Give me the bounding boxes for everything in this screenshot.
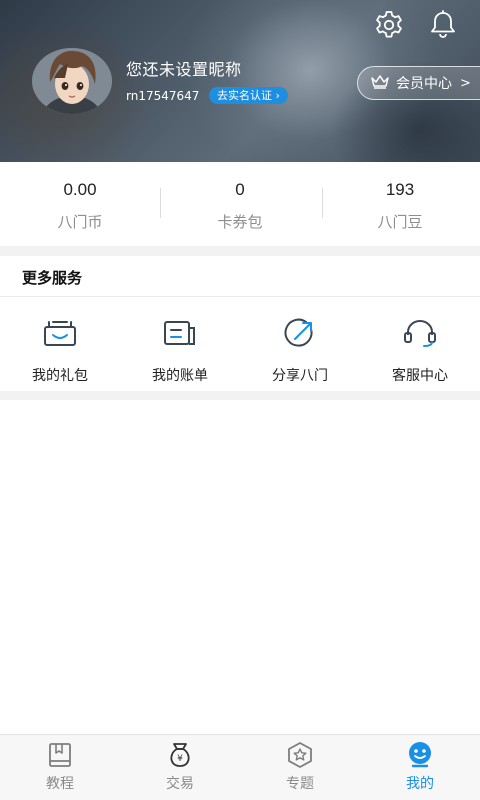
section-divider — [0, 391, 480, 400]
stat-value: 193 — [385, 180, 415, 199]
nav-trade[interactable]: ¥ 交易 — [120, 735, 240, 800]
service-label: 客服中心 — [392, 368, 448, 384]
chevron-right-icon: > — [460, 75, 471, 91]
nav-tutorial[interactable]: 教程 — [0, 735, 120, 800]
avatar[interactable] — [32, 48, 112, 114]
stat-value: 0 — [235, 180, 245, 199]
crown-icon — [370, 73, 390, 93]
svg-text:¥: ¥ — [177, 754, 183, 764]
stat-coins[interactable]: 0.00 八门币 — [0, 162, 160, 246]
stat-divider — [322, 188, 323, 218]
member-center-button[interactable]: 会员中心 > — [357, 66, 480, 100]
bell-icon[interactable] — [426, 8, 460, 42]
stat-beans[interactable]: 193 八门豆 — [320, 162, 480, 246]
stat-divider — [160, 188, 161, 218]
nav-label: 专题 — [286, 776, 314, 792]
member-center-label: 会员中心 — [396, 76, 452, 92]
user-id: rn17547647 — [126, 89, 200, 103]
nickname[interactable]: 您还未设置昵称 — [126, 56, 242, 80]
section-divider — [0, 246, 480, 256]
nav-label: 交易 — [166, 776, 194, 792]
nav-mine[interactable]: 我的 — [360, 735, 480, 800]
service-share[interactable]: 分享八门 — [240, 297, 360, 391]
nav-topics[interactable]: 专题 — [240, 735, 360, 800]
book-icon — [45, 741, 75, 769]
headset-icon — [400, 317, 440, 349]
service-customer-support[interactable]: 客服中心 — [360, 297, 480, 391]
money-bag-icon: ¥ — [165, 741, 195, 769]
services-grid: 我的礼包 我的账单 分享八门 客服中心 — [0, 297, 480, 391]
profile-header: 您还未设置昵称 rn17547647 去实名认证 › 会员中心 > — [0, 0, 480, 162]
nav-label: 教程 — [46, 776, 74, 792]
verify-identity-button[interactable]: 去实名认证 › — [209, 87, 288, 104]
bill-icon — [160, 317, 200, 349]
stat-value: 0.00 — [63, 180, 97, 199]
service-label: 分享八门 — [272, 368, 328, 384]
stat-label: 八门币 — [57, 213, 103, 231]
profile-screen: 您还未设置昵称 rn17547647 去实名认证 › 会员中心 > 0.00 八… — [0, 0, 480, 800]
nav-label: 我的 — [406, 776, 434, 792]
stat-label: 八门豆 — [377, 213, 423, 231]
service-label: 我的账单 — [152, 368, 208, 384]
gear-icon[interactable] — [372, 8, 406, 42]
bottom-nav: 教程 ¥ 交易 专题 我的 — [0, 734, 480, 800]
wallet-stats: 0.00 八门币 0 卡券包 193 八门豆 — [0, 162, 480, 246]
gift-icon — [40, 317, 80, 349]
share-icon — [280, 317, 320, 349]
services-title: 更多服务 — [22, 269, 83, 287]
service-my-bills[interactable]: 我的账单 — [120, 297, 240, 391]
profile-face-icon — [405, 741, 435, 769]
stat-label: 卡券包 — [217, 213, 263, 231]
star-badge-icon — [285, 741, 315, 769]
service-label: 我的礼包 — [32, 368, 88, 384]
stat-coupons[interactable]: 0 卡券包 — [160, 162, 320, 246]
service-my-gifts[interactable]: 我的礼包 — [0, 297, 120, 391]
